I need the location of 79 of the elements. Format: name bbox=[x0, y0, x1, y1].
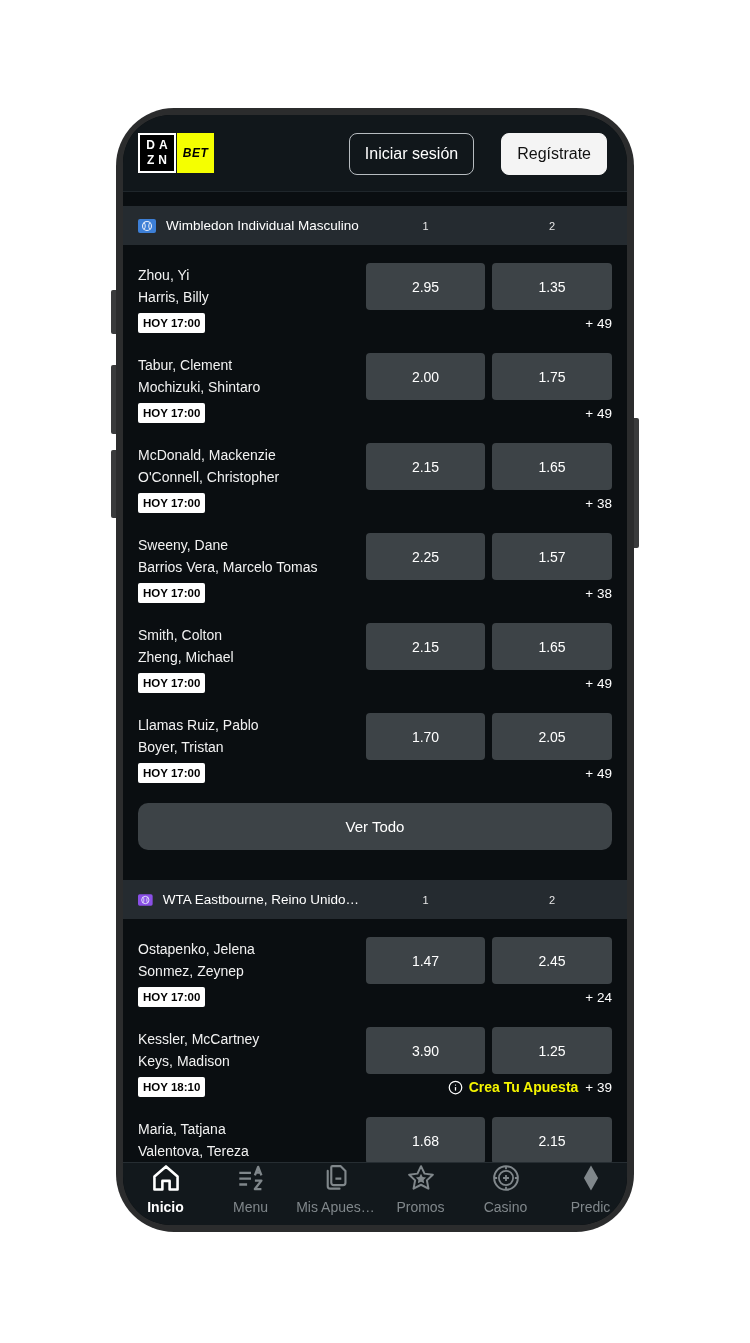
bottom-nav-tab[interactable]: Mis Apues… bbox=[293, 1165, 378, 1225]
build-bet-link[interactable]: Crea Tu Apuesta bbox=[447, 1079, 579, 1095]
more-markets-count[interactable]: + 38 bbox=[585, 495, 612, 511]
home-icon bbox=[152, 1165, 179, 1191]
odds-button[interactable]: 1.25 bbox=[492, 1027, 612, 1074]
competition-title: WTA Eastbourne, Reino Unido… bbox=[162, 892, 359, 907]
chip-icon bbox=[492, 1165, 519, 1191]
odds-button[interactable]: 1.35 bbox=[492, 263, 612, 310]
odds-button[interactable]: 1.47 bbox=[366, 937, 485, 984]
player-name: Sweeny, Dane bbox=[138, 536, 228, 555]
player-name: Boyer, Tristan bbox=[138, 738, 224, 757]
view-all-button[interactable]: Ver Todo bbox=[138, 803, 612, 850]
player-name: Llamas Ruiz, Pablo bbox=[138, 716, 259, 735]
bottom-nav-tab[interactable]: Predic bbox=[548, 1165, 627, 1225]
player-name: Sonmez, Zeynep bbox=[138, 962, 244, 981]
column-label: 1 bbox=[422, 219, 429, 232]
player-name: Barrios Vera, Marcelo Tomas bbox=[138, 558, 318, 577]
odds-button[interactable]: 1.68 bbox=[366, 1117, 485, 1162]
player-name: Kessler, McCartney bbox=[138, 1030, 260, 1049]
phone-side-key bbox=[111, 450, 116, 518]
bottom-nav-tab[interactable]: Casino bbox=[463, 1165, 548, 1225]
odds-button[interactable]: 2.05 bbox=[492, 713, 612, 760]
player-name: Zhou, Yi bbox=[138, 266, 190, 285]
logo-tag[interactable]: BET bbox=[177, 133, 214, 173]
more-markets-count[interactable]: + 38 bbox=[585, 585, 612, 601]
match-time-tag: HOY 17:00 bbox=[138, 493, 206, 513]
match-time-tag: HOY 17:00 bbox=[138, 763, 206, 783]
odds-button[interactable]: 1.65 bbox=[492, 623, 612, 670]
match-time-tag: HOY 18:10 bbox=[138, 1077, 206, 1097]
more-markets-count[interactable]: + 49 bbox=[585, 315, 612, 331]
player-name: Ostapenko, Jelena bbox=[138, 940, 255, 959]
odds-button[interactable]: 2.15 bbox=[366, 623, 485, 670]
star-badge-icon bbox=[407, 1165, 434, 1191]
diamond-icon bbox=[581, 1165, 600, 1191]
odds-button[interactable]: 2.15 bbox=[366, 443, 485, 490]
match-time-tag: HOY 17:00 bbox=[138, 673, 206, 693]
logo-wordmark[interactable]: DA ZN bbox=[138, 133, 176, 173]
match-time-tag: HOY 17:00 bbox=[138, 987, 206, 1007]
player-name: Keys, Madison bbox=[138, 1052, 230, 1071]
player-name: Smith, Colton bbox=[138, 626, 223, 645]
odds-button[interactable]: 2.00 bbox=[366, 353, 485, 400]
player-name: McDonald, Mackenzie bbox=[138, 446, 276, 465]
info-icon bbox=[447, 1079, 463, 1095]
odds-button[interactable]: 2.25 bbox=[366, 533, 485, 580]
match-time-tag: HOY 17:00 bbox=[138, 403, 206, 423]
player-name: O'Connell, Christopher bbox=[138, 468, 280, 487]
phone-side-key bbox=[111, 365, 116, 434]
match-time-tag: HOY 17:00 bbox=[138, 583, 206, 603]
login-button[interactable]: Iniciar sesión bbox=[348, 133, 475, 175]
match-time-tag: HOY 17:00 bbox=[138, 313, 206, 333]
odds-button[interactable]: 2.15 bbox=[492, 1117, 612, 1162]
more-markets-count[interactable]: + 49 bbox=[585, 765, 612, 781]
odds-button[interactable]: 1.70 bbox=[366, 713, 485, 760]
player-name: Mochizuki, Shintaro bbox=[138, 378, 261, 397]
column-label: 2 bbox=[548, 219, 556, 232]
more-markets-count[interactable]: + 24 bbox=[585, 989, 612, 1005]
phone-side-key bbox=[111, 290, 116, 334]
list-sort-icon bbox=[237, 1165, 264, 1191]
bottom-nav-tab[interactable]: Menu bbox=[208, 1165, 293, 1225]
more-markets-count[interactable]: + 49 bbox=[585, 675, 612, 691]
odds-button[interactable]: 2.95 bbox=[366, 263, 485, 310]
player-name: Harris, Billy bbox=[138, 288, 209, 307]
column-label: 2 bbox=[548, 893, 556, 906]
player-name: Zheng, Michael bbox=[138, 648, 234, 667]
bottom-nav-tab[interactable]: Promos bbox=[378, 1165, 463, 1225]
register-button[interactable]: Regístrate bbox=[501, 133, 607, 175]
odds-button[interactable]: 2.45 bbox=[492, 937, 612, 984]
player-name: Tabur, Clement bbox=[138, 356, 233, 375]
player-name: Valentova, Tereza bbox=[138, 1142, 249, 1161]
odds-button[interactable]: 1.75 bbox=[492, 353, 612, 400]
column-label: 1 bbox=[422, 893, 429, 906]
odds-button[interactable]: 1.57 bbox=[492, 533, 612, 580]
more-markets-count[interactable]: + 49 bbox=[585, 405, 612, 421]
competition-title: Wimbledon Individual Masculino bbox=[166, 218, 359, 233]
player-name: Maria, Tatjana bbox=[138, 1120, 226, 1139]
odds-button[interactable]: 1.65 bbox=[492, 443, 612, 490]
more-markets-count[interactable]: + 39 bbox=[585, 1079, 612, 1095]
odds-button[interactable]: 3.90 bbox=[366, 1027, 485, 1074]
bottom-nav-tab[interactable]: Inicio bbox=[123, 1165, 208, 1225]
